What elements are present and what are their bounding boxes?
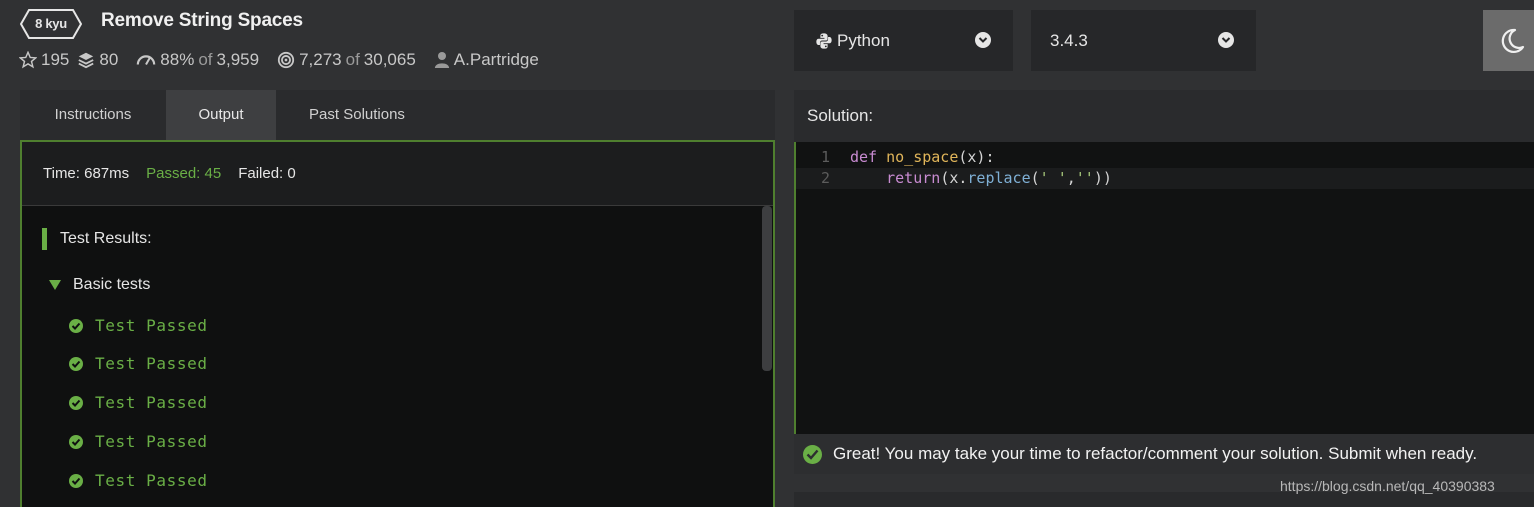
- rank-badge: 8 kyu: [20, 9, 82, 39]
- test-result-row: Test Passed: [69, 432, 208, 451]
- star-icon: [19, 51, 37, 69]
- check-circle-icon: [69, 434, 83, 449]
- test-result-row: Test Passed: [69, 354, 208, 373]
- tab-output[interactable]: Output: [166, 90, 276, 140]
- completions-stat: 7,273 of 30,065: [277, 50, 416, 70]
- of-label: of: [198, 50, 213, 69]
- theme-toggle-button[interactable]: [1483, 10, 1534, 71]
- test-result-row: Test Passed: [69, 471, 208, 490]
- chevron-down-icon: [975, 32, 991, 48]
- passed-label: Passed: 45: [146, 165, 222, 182]
- check-circle-icon: [69, 473, 83, 488]
- version-select[interactable]: 3.4.3: [1031, 10, 1256, 71]
- code-line-current[interactable]: 2 return(x.replace(' ','')): [796, 168, 1534, 189]
- output-panel: Time: 687ms Passed: 45 Failed: 0 Test Re…: [20, 140, 775, 507]
- check-circle-icon: [69, 318, 83, 333]
- votes-count: 3,959: [216, 50, 260, 69]
- moon-icon: [1501, 28, 1525, 54]
- line-number: 1: [820, 148, 830, 166]
- test-result-label: Test Passed: [95, 393, 208, 412]
- test-result-row: Test Passed: [69, 393, 208, 412]
- test-group-name: Basic tests: [73, 276, 151, 293]
- test-result-label: Test Passed: [95, 316, 208, 335]
- success-message-text: Great! You may take your time to refacto…: [833, 444, 1478, 463]
- panel-tabs: Instructions Output Past Solutions: [20, 90, 775, 140]
- code-line[interactable]: 1 def no_space(x):: [796, 147, 1534, 168]
- test-result-label: Test Passed: [95, 354, 208, 373]
- tab-instructions[interactable]: Instructions: [20, 90, 166, 140]
- author-stat[interactable]: A.Partridge: [434, 50, 539, 70]
- check-circle-icon: [69, 395, 83, 410]
- rank-label: 8 kyu: [35, 16, 67, 31]
- success-message: Great! You may take your time to refacto…: [794, 434, 1534, 474]
- satisfaction-percent: 88%: [160, 50, 195, 69]
- code-text: def no_space(x):: [850, 148, 995, 166]
- output-scrollbar[interactable]: [762, 206, 772, 371]
- attempts-count: 30,065: [363, 50, 416, 69]
- triangle-down-icon: [49, 280, 61, 290]
- results-heading: Test Results:: [42, 228, 152, 250]
- results-accent-bar: [42, 228, 47, 250]
- failed-label: Failed: 0: [238, 165, 296, 182]
- gauge-icon: [137, 55, 156, 66]
- time-label: Time: 687ms: [43, 165, 130, 182]
- tab-past-solutions[interactable]: Past Solutions: [276, 90, 438, 140]
- action-bar: [794, 492, 1534, 507]
- check-circle-icon: [803, 444, 822, 464]
- code-editor[interactable]: 1 def no_space(x): 2 return(x.replace(' …: [794, 142, 1534, 434]
- satisfaction-stat: 88% of 3,959: [136, 50, 259, 70]
- test-result-label: Test Passed: [95, 432, 208, 451]
- stars-count: 195: [41, 50, 70, 69]
- test-group-toggle[interactable]: Basic tests: [49, 276, 150, 294]
- chevron-down-icon: [1218, 32, 1234, 48]
- language-value: Python: [837, 30, 890, 50]
- user-icon: [434, 52, 449, 68]
- of-label: of: [345, 50, 360, 69]
- test-result-row: Test Passed: [69, 316, 208, 335]
- stars-stat[interactable]: 195: [19, 50, 69, 70]
- version-value: 3.4.3: [1050, 30, 1088, 50]
- kata-title[interactable]: Remove String Spaces: [101, 10, 303, 32]
- line-number: 2: [820, 169, 830, 187]
- kata-stats: 195 80 88% of 3,959 7,273 of 30,065 A.Pa…: [19, 50, 539, 70]
- collections-stat[interactable]: 80: [77, 50, 118, 70]
- test-result-label: Test Passed: [95, 471, 208, 490]
- code-text: return(x.replace(' ','')): [886, 169, 1112, 187]
- test-summary: Time: 687ms Passed: 45 Failed: 0: [22, 142, 773, 206]
- solution-heading: Solution:: [794, 90, 1534, 142]
- check-circle-icon: [69, 356, 83, 371]
- completed-count: 7,273: [299, 50, 342, 69]
- language-select[interactable]: Python: [794, 10, 1013, 71]
- python-icon: [816, 32, 832, 49]
- layers-icon: [78, 52, 94, 69]
- target-icon: [277, 51, 295, 69]
- collections-count: 80: [99, 50, 119, 69]
- results-title: Test Results:: [60, 230, 152, 247]
- watermark: https://blog.csdn.net/qq_40390383: [1280, 478, 1495, 494]
- author-name: A.Partridge: [453, 50, 539, 69]
